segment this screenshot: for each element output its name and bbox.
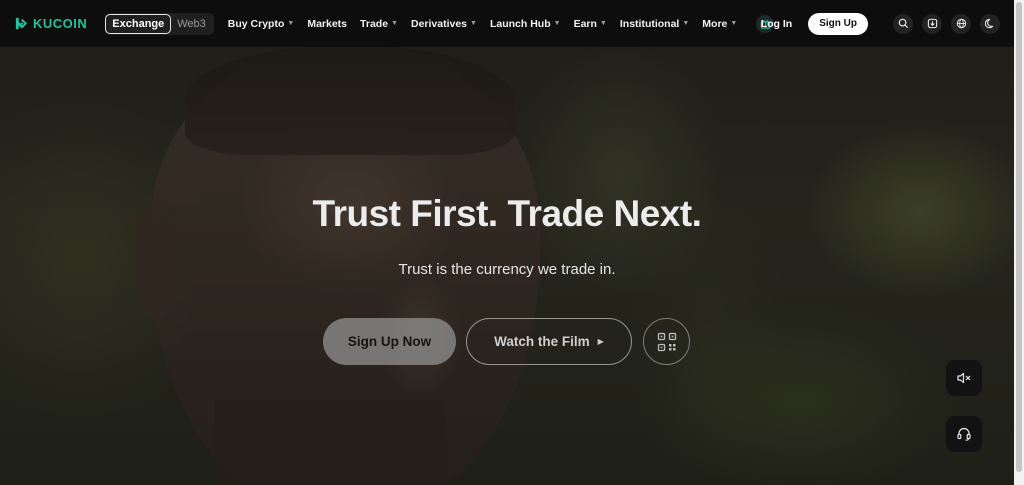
nav-label: More: [702, 17, 728, 30]
headset-icon: [957, 427, 971, 441]
nav-label: Markets: [307, 17, 348, 30]
chevron-down-icon: ▼: [599, 20, 607, 27]
main-nav: Buy Crypto ▼ Markets Trade ▼ Derivatives…: [228, 14, 775, 33]
brand-logo[interactable]: KUCOIN: [14, 16, 87, 31]
chevron-down-icon: ▼: [287, 20, 295, 27]
speaker-muted-icon: [957, 372, 971, 384]
download-icon[interactable]: [922, 13, 942, 34]
nav-trade[interactable]: Trade ▼: [360, 18, 398, 30]
watch-film-button[interactable]: Watch the Film ▶: [466, 318, 632, 365]
search-icon[interactable]: [893, 13, 913, 34]
top-header: KUCOIN Exchange Web3 Buy Crypto ▼ Market…: [0, 0, 1014, 47]
hero-subtitle: Trust is the currency we trade in.: [398, 261, 616, 278]
page-scrollbar[interactable]: [1014, 0, 1024, 485]
header-actions: Log In Sign Up: [761, 0, 1000, 47]
brand-name: KUCOIN: [33, 16, 88, 31]
support-button[interactable]: [946, 416, 982, 452]
sign-up-now-label: Sign Up Now: [347, 334, 432, 349]
nav-label: Institutional: [619, 17, 680, 30]
mode-web3[interactable]: Web3: [177, 18, 206, 30]
chevron-down-icon: ▼: [391, 20, 398, 27]
nav-label: Trade: [360, 17, 389, 30]
mode-switch[interactable]: Exchange Web3: [105, 12, 214, 35]
hero-title: Trust First. Trade Next.: [312, 193, 702, 234]
nav-institutional[interactable]: Institutional ▼: [620, 18, 689, 30]
chevron-down-icon: ▼: [470, 20, 477, 27]
sign-up-now-button[interactable]: Sign Up Now: [323, 318, 456, 365]
play-icon: ▶: [597, 337, 604, 346]
nav-derivatives[interactable]: Derivatives ▼: [411, 18, 477, 30]
nav-earn[interactable]: Earn ▼: [574, 18, 607, 30]
nav-markets[interactable]: Markets: [307, 18, 347, 30]
nav-more[interactable]: More ▼: [702, 18, 737, 30]
hero-background: [0, 0, 1014, 485]
chevron-down-icon: ▼: [553, 20, 561, 27]
signup-button[interactable]: Sign Up: [808, 12, 868, 35]
nav-launch-hub[interactable]: Launch Hub ▼: [490, 18, 561, 30]
nav-label: Derivatives: [410, 17, 468, 30]
qr-code-icon: [657, 332, 676, 351]
login-link[interactable]: Log In: [761, 18, 793, 30]
chevron-down-icon: ▼: [682, 20, 690, 27]
watch-film-label: Watch the Film: [494, 334, 590, 349]
nav-label: Buy Crypto: [227, 17, 285, 30]
scrollbar-thumb[interactable]: [1016, 2, 1022, 472]
nav-label: Earn: [573, 17, 597, 30]
nav-buy-crypto[interactable]: Buy Crypto ▼: [228, 18, 295, 30]
globe-icon[interactable]: [951, 13, 971, 34]
hero-overlay: [0, 0, 1014, 485]
nav-label: Launch Hub: [489, 17, 551, 30]
qr-code-button[interactable]: [643, 318, 690, 365]
mute-button[interactable]: [946, 360, 982, 396]
moon-icon[interactable]: [980, 13, 1000, 34]
kucoin-logo-icon: [15, 17, 28, 30]
chevron-down-icon: ▼: [730, 20, 738, 27]
mode-exchange[interactable]: Exchange: [105, 13, 172, 34]
